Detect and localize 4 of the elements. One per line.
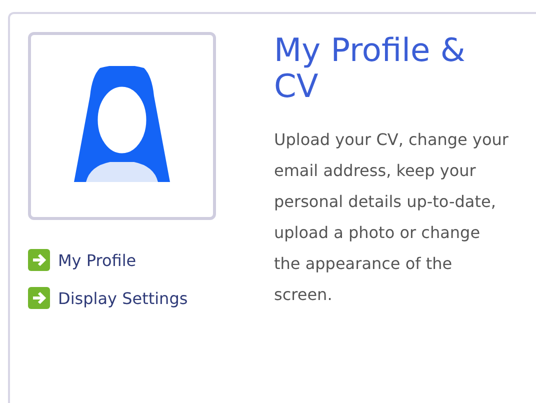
card-title: My Profile & CV <box>274 32 466 104</box>
card-description: Upload your CV, change your email address, keep your personal details up-to-date, upload a photo or change the appearance of the screen. <box>274 129 510 306</box>
profile-link[interactable]: My Profile <box>28 249 136 271</box>
profile-link[interactable]: Display Settings <box>28 287 188 309</box>
